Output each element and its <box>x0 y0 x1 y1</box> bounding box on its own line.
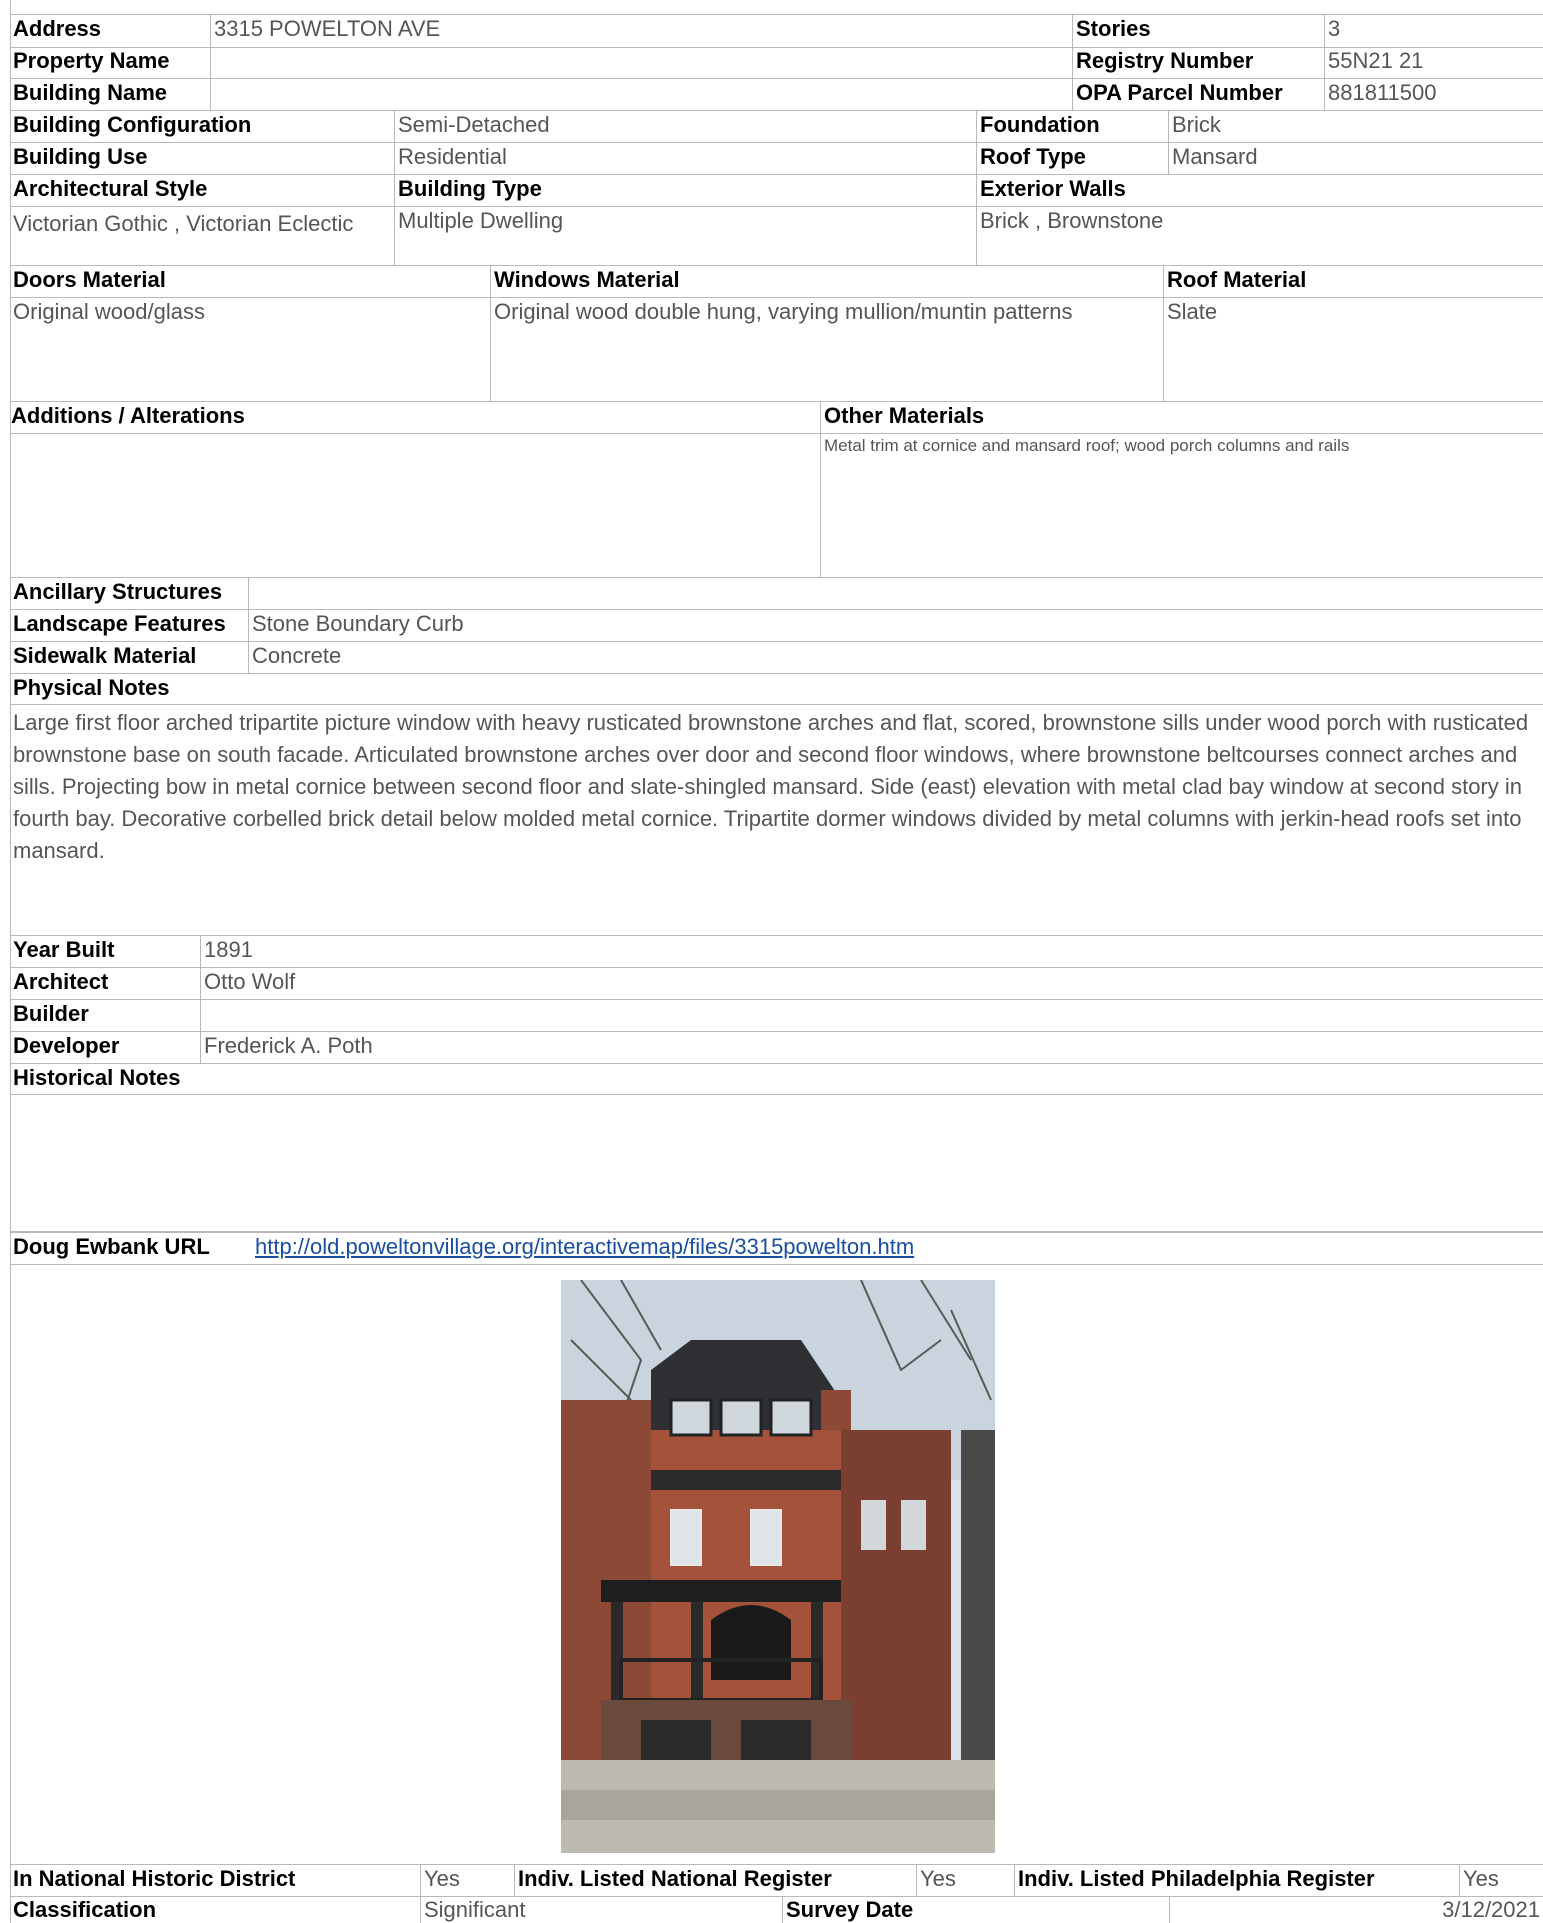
ancillary-value <box>248 578 1543 609</box>
address-row: Address 3315 POWELTON AVE Stories 3 <box>10 14 1543 48</box>
sidewalk-row: Sidewalk Material Concrete <box>10 642 1543 674</box>
survey-date-value: 3/12/2021 <box>1169 1896 1543 1923</box>
config-value: Semi-Detached <box>394 111 976 142</box>
roof-material-value: Slate <box>1163 298 1543 401</box>
type-value: Multiple Dwelling <box>394 207 976 265</box>
registry-label: Registry Number <box>1072 47 1324 78</box>
materials-value-row: Original wood/glass Original wood double… <box>10 298 1543 402</box>
district-label: In National Historic District <box>13 1866 296 1891</box>
historical-notes-body <box>10 1095 1543 1232</box>
landscape-label: Landscape Features <box>13 611 226 636</box>
property-name-value <box>210 47 1072 78</box>
historical-notes-text <box>10 1095 1543 1231</box>
additions-value-row: Metal trim at cornice and mansard roof; … <box>10 434 1543 578</box>
walls-value: Brick , Brownstone <box>976 207 1543 265</box>
opa-value: 881811500 <box>1324 79 1543 110</box>
registry-value: 55N21 21 <box>1324 47 1543 78</box>
classification-label: Classification <box>13 1897 157 1922</box>
config-row: Building Configuration Semi-Detached Fou… <box>10 111 1543 143</box>
foundation-value: Brick <box>1168 111 1543 142</box>
other-materials-value: Metal trim at cornice and mansard roof; … <box>820 434 1543 577</box>
ancillary-row: Ancillary Structures <box>10 578 1543 610</box>
physical-notes-header: Physical Notes <box>10 674 1543 705</box>
style-label: Architectural Style <box>13 176 208 201</box>
physical-notes-text: Large first floor arched tripartite pict… <box>13 710 1529 863</box>
year-value: 1891 <box>200 936 1543 967</box>
year-row: Year Built 1891 <box>10 936 1543 968</box>
doors-label: Doors Material <box>13 267 166 292</box>
roof-material-label: Roof Material <box>1163 266 1543 297</box>
use-label: Building Use <box>13 144 148 169</box>
national-register-label: Indiv. Listed National Register <box>514 1865 916 1896</box>
classification-row: Classification Significant Survey Date 3… <box>10 1896 1543 1923</box>
building-name-value <box>210 79 1072 110</box>
building-name-label: Building Name <box>13 80 168 105</box>
architect-label: Architect <box>13 969 109 994</box>
landscape-value: Stone Boundary Curb <box>248 610 1543 641</box>
developer-value: Frederick A. Poth <box>200 1032 1543 1063</box>
physical-notes-body: Large first floor arched tripartite pict… <box>10 705 1543 936</box>
building-photo <box>561 1279 995 1853</box>
building-name-row: Building Name OPA Parcel Number 88181150… <box>10 79 1543 111</box>
sidewalk-label: Sidewalk Material <box>13 643 197 668</box>
style-header-row: Architectural Style Building Type Exteri… <box>10 175 1543 207</box>
developer-row: Developer Frederick A. Poth <box>10 1032 1543 1064</box>
district-value: Yes <box>420 1865 514 1896</box>
type-label: Building Type <box>394 175 976 206</box>
other-materials-label: Other Materials <box>820 402 1543 433</box>
roof-type-label: Roof Type <box>976 143 1168 174</box>
address-value: 3315 POWELTON AVE <box>210 15 1072 47</box>
windows-value: Original wood double hung, varying mulli… <box>490 298 1163 401</box>
sidewalk-value: Concrete <box>248 642 1543 673</box>
national-register-value: Yes <box>916 1865 1014 1896</box>
historical-notes-label: Historical Notes <box>13 1065 181 1090</box>
use-value: Residential <box>394 143 976 174</box>
additions-label: Additions / Alterations <box>11 403 245 428</box>
stories-value: 3 <box>1324 15 1543 47</box>
ancillary-label: Ancillary Structures <box>13 579 223 604</box>
historical-notes-header: Historical Notes <box>10 1064 1543 1095</box>
address-label: Address <box>13 16 102 41</box>
opa-label: OPA Parcel Number <box>1072 79 1324 110</box>
architect-value: Otto Wolf <box>200 968 1543 999</box>
phila-register-value: Yes <box>1459 1865 1543 1896</box>
use-row: Building Use Residential Roof Type Mansa… <box>10 143 1543 175</box>
property-name-label: Property Name <box>13 48 170 73</box>
classification-value: Significant <box>420 1896 782 1923</box>
style-value: Victorian Gothic , Victorian Eclectic <box>13 211 354 236</box>
survey-date-label: Survey Date <box>782 1896 1169 1923</box>
property-name-row: Property Name Registry Number 55N21 21 <box>10 47 1543 79</box>
windows-label: Windows Material <box>490 266 1163 297</box>
additions-header-row: Additions / Alterations Other Materials <box>10 402 1543 434</box>
status-row: In National Historic District Yes Indiv.… <box>10 1864 1543 1897</box>
builder-value <box>200 1000 1543 1031</box>
year-label: Year Built <box>13 937 115 962</box>
developer-label: Developer <box>13 1033 120 1058</box>
foundation-label: Foundation <box>976 111 1168 142</box>
additions-value <box>10 434 820 577</box>
ewbank-url-link[interactable]: http://old.poweltonvillage.org/interacti… <box>252 1233 1543 1264</box>
phila-register-label: Indiv. Listed Philadelphia Register <box>1014 1865 1459 1896</box>
materials-header-row: Doors Material Windows Material Roof Mat… <box>10 266 1543 298</box>
builder-row: Builder <box>10 1000 1543 1032</box>
config-label: Building Configuration <box>13 112 252 137</box>
landscape-row: Landscape Features Stone Boundary Curb <box>10 610 1543 642</box>
doors-value: Original wood/glass <box>13 299 205 324</box>
stories-label: Stories <box>1072 15 1324 47</box>
url-label: Doug Ewbank URL <box>13 1234 210 1259</box>
architect-row: Architect Otto Wolf <box>10 968 1543 1000</box>
url-row: Doug Ewbank URL http://old.poweltonvilla… <box>10 1232 1543 1265</box>
style-value-row: Victorian Gothic , Victorian Eclectic Mu… <box>10 207 1543 266</box>
roof-type-value: Mansard <box>1168 143 1543 174</box>
physical-notes-label: Physical Notes <box>13 675 170 700</box>
builder-label: Builder <box>13 1001 89 1026</box>
walls-label: Exterior Walls <box>976 175 1543 206</box>
